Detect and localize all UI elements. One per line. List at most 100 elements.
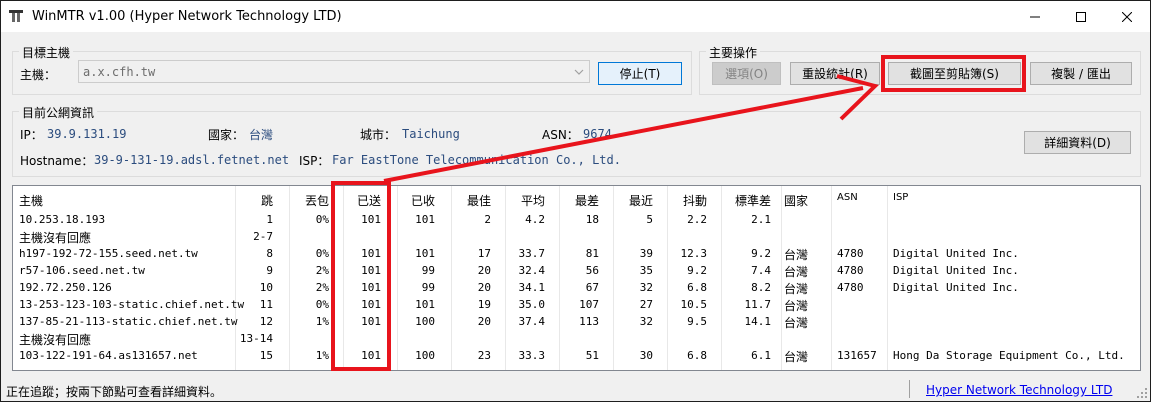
stop-button[interactable]: 停止(T) xyxy=(598,62,682,85)
copy-export-button[interactable]: 複製 / 匯出 xyxy=(1030,62,1132,85)
column-header-country[interactable]: 國家 xyxy=(784,192,828,209)
cell-country: 台灣 xyxy=(784,350,809,364)
column-header-last[interactable]: 最近 xyxy=(613,192,653,209)
table-row[interactable]: 13-253-123-103-static.chief.net.tw 11 0% 10… xyxy=(13,296,1140,313)
table-row[interactable]: r57-106.seed.net.tw 9 2% 101 99 20 32.4 56 35 9.2… xyxy=(13,262,1140,279)
winmtr-app-icon xyxy=(9,10,23,22)
cell-best: 20 xyxy=(477,281,491,294)
cell-worst: 18 xyxy=(585,213,599,226)
cell-host: 主機沒有回應 xyxy=(19,333,92,347)
minimize-button[interactable] xyxy=(1012,1,1058,32)
cell-host: 103-122-191-64.as131657.net xyxy=(19,349,198,362)
reset-stats-button[interactable]: 重設統計(R) xyxy=(790,62,880,85)
cell-isp: Hong Da Storage Equipment Co., Ltd. xyxy=(893,349,1125,362)
cell-last: 39 xyxy=(639,247,653,260)
chevron-down-icon[interactable] xyxy=(574,67,584,77)
cell-host: h197-192-72-155.seed.net.tw xyxy=(19,247,198,260)
table-row[interactable]: h197-192-72-155.seed.net.tw 8 0% 101 101 17 33… xyxy=(13,245,1140,262)
cell-worst: 81 xyxy=(585,247,599,260)
cell-avg: 33.7 xyxy=(518,247,546,260)
cell-hop: 10 xyxy=(259,281,273,294)
cell-asn: 4780 xyxy=(837,264,864,277)
cell-avg: 35.0 xyxy=(518,298,546,311)
ip-label: IP： xyxy=(20,128,43,142)
winmtr-window: WinMTR v1.00 (Hyper Network Technology L… xyxy=(0,0,1151,402)
cell-recv: 100 xyxy=(415,315,435,328)
cell-hop: 13-14 xyxy=(239,332,273,345)
company-link[interactable]: Hyper Network Technology LTD xyxy=(926,383,1112,397)
column-header-isp[interactable]: ISP xyxy=(893,192,1133,203)
cell-loss: 1% xyxy=(315,315,329,328)
window-title: WinMTR v1.00 (Hyper Network Technology L… xyxy=(32,9,342,24)
cell-recv: 101 xyxy=(415,247,435,260)
cell-host: 10.253.18.193 xyxy=(19,213,106,226)
cell-country: 台灣 xyxy=(784,299,809,313)
table-row[interactable]: 137-85-21-113-static.chief.net.tw 12 1% 101… xyxy=(13,313,1140,330)
column-header-worst[interactable]: 最差 xyxy=(559,192,599,209)
cell-host: r57-106.seed.net.tw xyxy=(19,264,145,277)
status-text: 正在追蹤；按兩下節點可查看詳細資料。 xyxy=(6,385,223,399)
options-button[interactable]: 選項(O) xyxy=(712,62,781,85)
table-row[interactable]: 主機沒有回應 2-7 xyxy=(13,228,1140,245)
cell-recv: 101 xyxy=(415,298,435,311)
hostname-value: 39-9-131-19.adsl.fetnet.net xyxy=(94,153,290,167)
cell-best: 20 xyxy=(477,264,491,277)
column-header-hop[interactable]: 跳 xyxy=(235,192,273,209)
cell-best: 19 xyxy=(477,298,491,311)
host-combobox[interactable]: a.x.cfh.tw xyxy=(78,60,590,83)
details-button[interactable]: 詳細資料(D) xyxy=(1024,131,1131,154)
cell-jitter: 12.3 xyxy=(680,247,708,260)
cell-best: 17 xyxy=(477,247,491,260)
table-row[interactable]: 10.253.18.193 1 0% 101 101 2 4.2 18 5 2.2 2.1 xyxy=(13,211,1140,228)
cell-worst: 107 xyxy=(579,298,599,311)
asn-label: ASN： xyxy=(542,128,579,142)
cell-hop: 11 xyxy=(259,298,273,311)
cell-best: 23 xyxy=(477,349,491,362)
cell-best: 2 xyxy=(484,213,491,226)
column-header-best[interactable]: 最佳 xyxy=(451,192,491,209)
ip-value: 39.9.131.19 xyxy=(47,127,127,141)
trace-results-table[interactable]: 主機跳丟包 已送 已收 最佳 平均 最差 最近 抖動 標準差 國家 ASN ISP 10.253.18… xyxy=(12,185,1141,371)
cell-jitter: 9.2 xyxy=(687,264,707,277)
maximize-button[interactable] xyxy=(1058,1,1104,32)
column-header-asn[interactable]: ASN xyxy=(837,192,885,203)
hostname-label: Hostname： xyxy=(20,154,94,168)
cell-jitter: 6.8 xyxy=(687,349,707,362)
cell-recv: 99 xyxy=(421,264,435,277)
cell-host: 主機沒有回應 xyxy=(19,231,92,245)
public-ip-info-group: 目前公網資訊 xyxy=(12,104,1141,177)
table-row[interactable]: 103-122-191-64.as131657.net 15 1% 101 100 23 3… xyxy=(13,347,1140,364)
column-header-jitter[interactable]: 抖動 xyxy=(667,192,707,209)
cell-country: 台灣 xyxy=(784,282,809,296)
column-header-stdev[interactable]: 標準差 xyxy=(721,192,771,209)
column-header-loss[interactable]: 丟包 xyxy=(289,192,329,209)
title-bar[interactable]: WinMTR v1.00 (Hyper Network Technology L… xyxy=(1,1,1150,32)
cell-loss: 2% xyxy=(315,281,329,294)
table-row[interactable]: 192.72.250.126 10 2% 101 99 20 34.1 67 32 6.8 8.2 台… xyxy=(13,279,1140,296)
resize-grip-icon[interactable] xyxy=(1137,388,1147,398)
country-label: 國家： xyxy=(208,128,245,142)
cell-worst: 67 xyxy=(585,281,599,294)
target-host-group-title: 目標主機 xyxy=(19,44,74,61)
cell-last: 32 xyxy=(639,315,653,328)
cell-country: 台灣 xyxy=(784,248,809,262)
cell-hop: 15 xyxy=(259,349,273,362)
cell-worst: 56 xyxy=(585,264,599,277)
cell-last: 27 xyxy=(639,298,653,311)
column-header-host[interactable]: 主機 xyxy=(19,192,229,209)
column-header-recv[interactable]: 已收 xyxy=(397,192,435,209)
cell-loss: 2% xyxy=(315,264,329,277)
country-value: 台灣 xyxy=(249,128,274,142)
cell-recv: 99 xyxy=(421,281,435,294)
cell-avg: 37.4 xyxy=(518,315,546,328)
cell-host: 137-85-21-113-static.chief.net.tw xyxy=(19,315,238,328)
cell-host: 13-253-123-103-static.chief.net.tw xyxy=(19,298,245,311)
table-row[interactable]: 主機沒有回應 13-14 xyxy=(13,330,1140,347)
close-button[interactable] xyxy=(1104,1,1150,32)
cell-avg: 34.1 xyxy=(518,281,546,294)
cell-stdev: 7.4 xyxy=(751,264,771,277)
cell-hop: 2-7 xyxy=(253,230,273,243)
column-header-avg[interactable]: 平均 xyxy=(505,192,545,209)
cell-jitter: 10.5 xyxy=(680,298,708,311)
maximize-icon xyxy=(1076,11,1086,22)
